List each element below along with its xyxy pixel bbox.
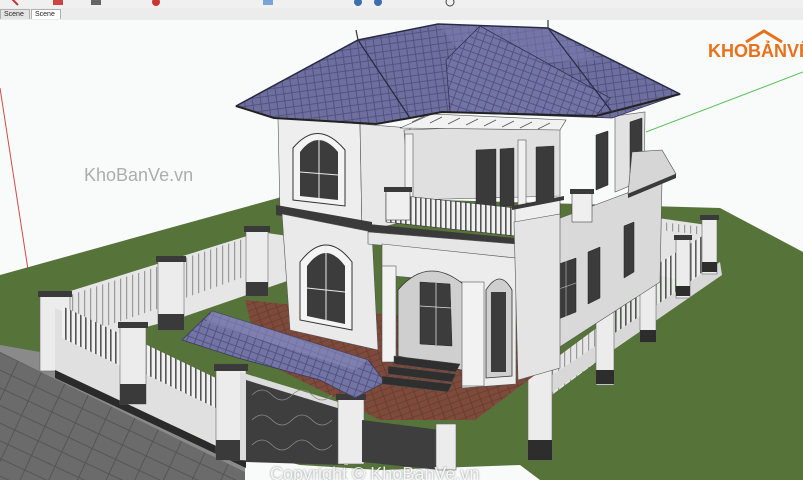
model-viewport[interactable]: KHOBẢNVẼ KhoBanVe.vn Copyright © KhoBanV… <box>0 20 803 480</box>
watermark-copyright: Copyright © KhoBanVe.vn <box>270 464 480 480</box>
watermark-middle: KhoBanVe.vn <box>84 165 194 185</box>
tab-scene-2[interactable]: Scene 2 <box>0 9 30 28</box>
move-icon[interactable] <box>150 0 162 6</box>
logo-part-kho: KHO <box>708 41 748 61</box>
logo-wordmark: KHOBẢNVẼ <box>708 41 803 62</box>
house-3d-model <box>0 20 803 480</box>
select-tool-icon[interactable] <box>8 0 20 6</box>
eraser-icon[interactable] <box>52 0 64 6</box>
logo-part-banve: BẢNVẼ <box>748 41 803 61</box>
orbit-icon[interactable] <box>262 0 274 6</box>
section-icon[interactable] <box>444 0 456 7</box>
khobanve-logo: KHOBẢNVẼ <box>708 29 803 63</box>
tab-scene-3[interactable]: Scene 3 <box>31 9 61 28</box>
pan-icon[interactable] <box>352 0 364 6</box>
zoom-icon[interactable] <box>372 0 384 6</box>
paint-icon[interactable] <box>90 0 102 6</box>
